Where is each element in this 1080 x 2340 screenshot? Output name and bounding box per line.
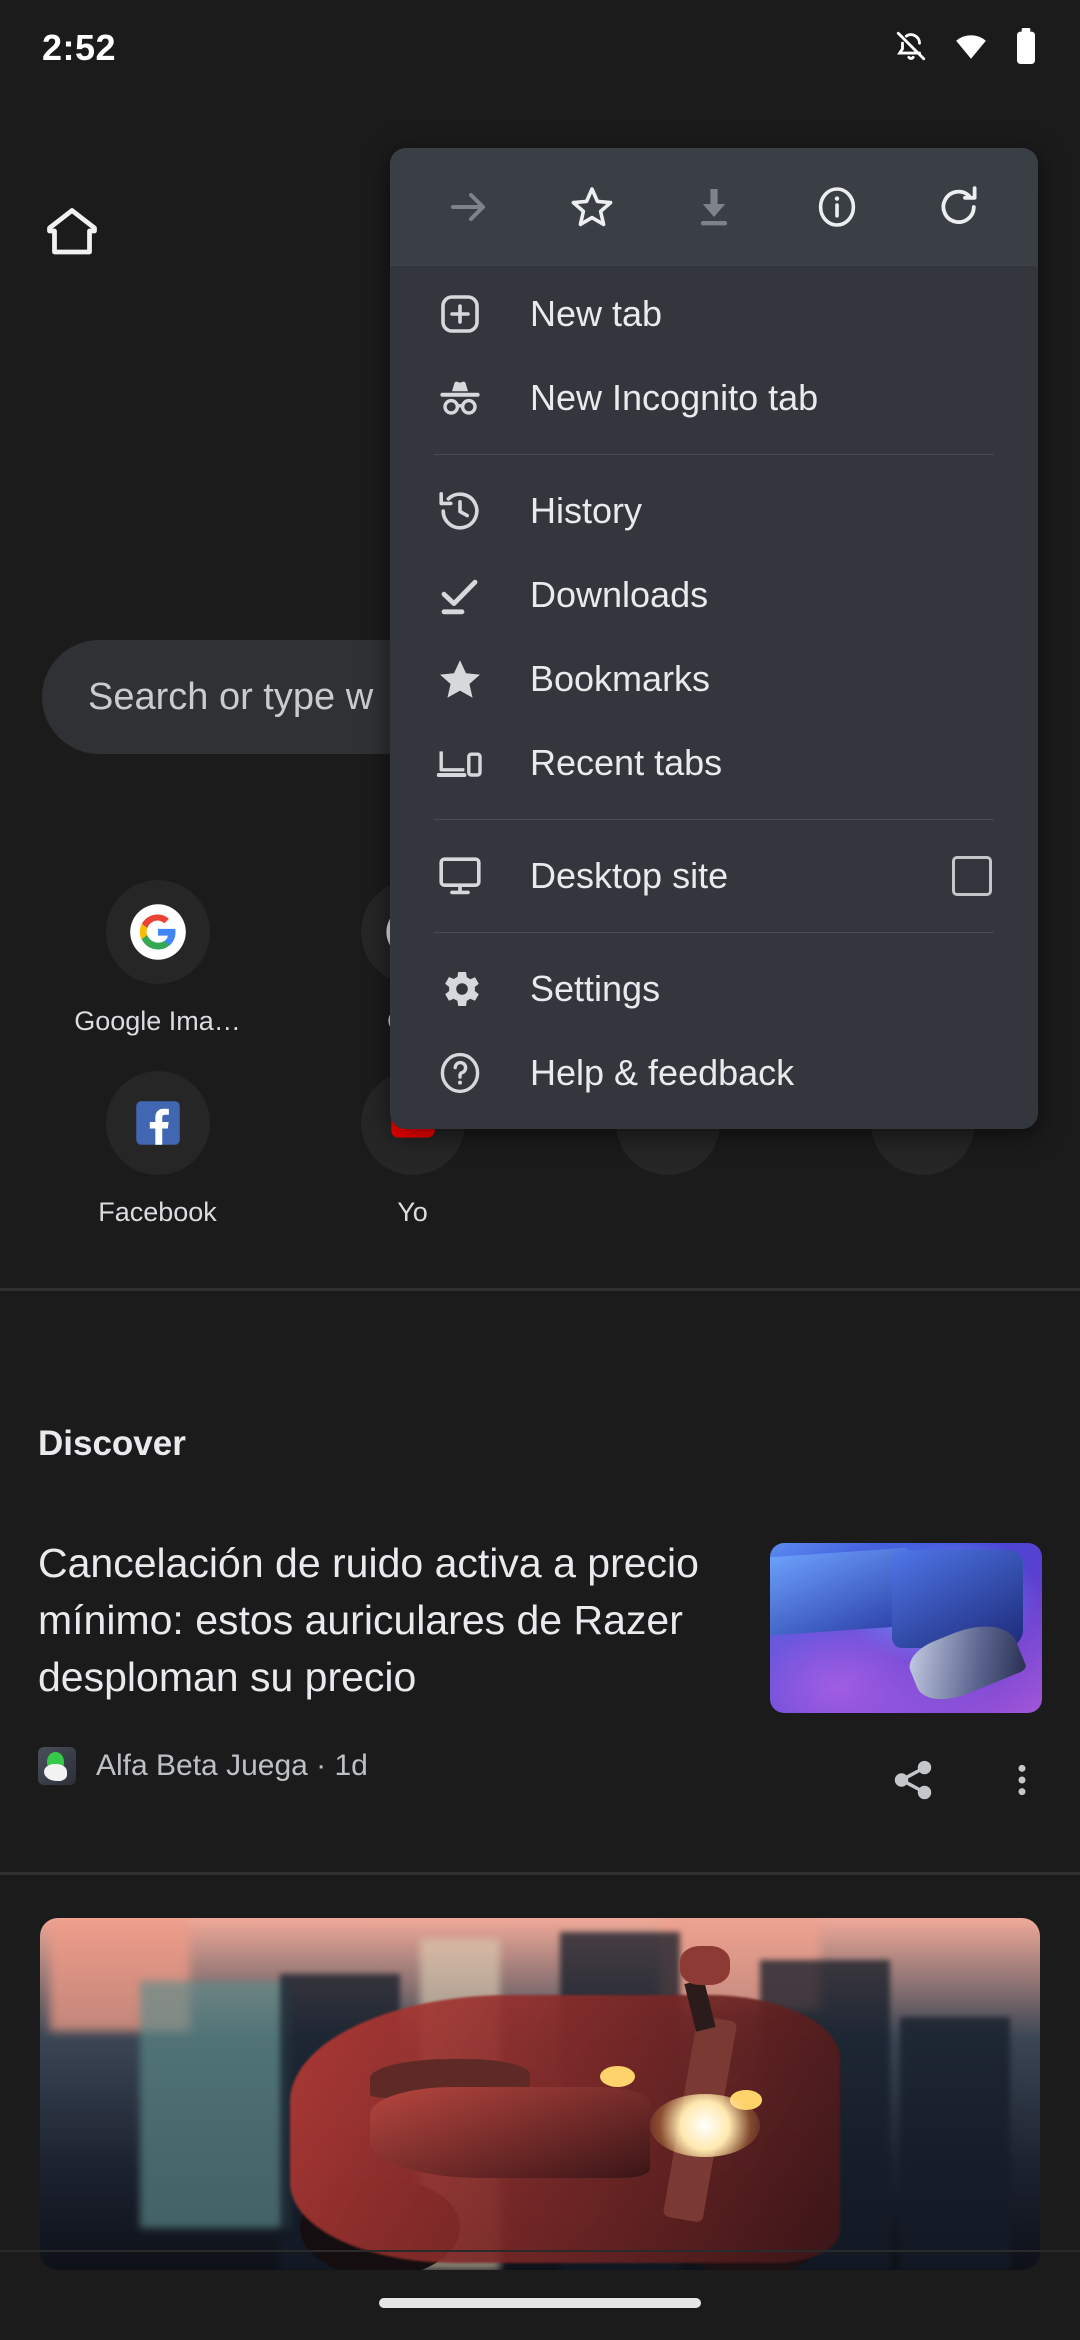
settings-gear-icon (434, 963, 486, 1015)
menu-separator (434, 819, 994, 820)
feed-image-card[interactable] (40, 1918, 1040, 2270)
feed-article-card[interactable]: Cancelación de ruido activa a precio mín… (0, 1535, 1080, 1800)
feed-divider (0, 1288, 1080, 1291)
shortcut-tile[interactable]: Facebook (30, 1071, 285, 1228)
bookmark-star-icon[interactable] (557, 172, 627, 242)
menu-item-new-incognito-tab[interactable]: New Incognito tab (390, 356, 1038, 440)
menu-separator (434, 932, 994, 933)
gesture-nav-bar[interactable] (379, 2298, 701, 2308)
menu-item-label: Bookmarks (530, 658, 711, 699)
article-thumbnail (770, 1543, 1042, 1713)
menu-item-recent-tabs[interactable]: Recent tabs (390, 721, 1038, 805)
article-actions (890, 1757, 1042, 1808)
incognito-icon (434, 372, 486, 424)
help-circle-icon (434, 1047, 486, 1099)
more-vertical-icon[interactable] (1002, 1757, 1042, 1808)
battery-icon (1014, 27, 1038, 69)
download-icon[interactable] (679, 172, 749, 242)
page-info-icon[interactable] (802, 172, 872, 242)
shortcut-label: Yo (397, 1197, 428, 1227)
menu-item-label: New Incognito tab (530, 377, 819, 418)
card-divider (0, 1872, 1080, 1875)
menu-items: New tab New Incognito tab History Downlo… (390, 266, 1038, 1129)
google-icon (105, 880, 210, 984)
menu-item-bookmarks[interactable]: Bookmarks (390, 637, 1038, 721)
menu-item-label: Help & feedback (530, 1052, 795, 1093)
navbar-divider (0, 2250, 1080, 2252)
wifi-icon (954, 29, 988, 68)
history-icon (434, 485, 486, 537)
notifications-off-icon (894, 29, 928, 68)
menu-quick-toolbar (390, 148, 1038, 266)
status-bar: 2:52 (0, 0, 1080, 96)
menu-item-history[interactable]: History (390, 469, 1038, 553)
recent-tabs-icon (434, 737, 486, 789)
new-tab-icon (434, 288, 486, 340)
menu-item-label: Desktop site (530, 855, 729, 896)
forward-icon[interactable] (434, 172, 504, 242)
shortcut-tile[interactable]: Google Ima… (30, 880, 285, 1037)
search-placeholder: Search or type w (88, 675, 374, 718)
chrome-overflow-menu: New tab New Incognito tab History Downlo… (390, 148, 1038, 1129)
article-title: Cancelación de ruido activa a precio mín… (38, 1540, 699, 1700)
desktop-site-checkbox[interactable] (952, 856, 992, 896)
discover-heading: Discover (38, 1424, 186, 1463)
status-icons (894, 27, 1038, 69)
shortcut-label: Google Ima… (74, 1006, 241, 1036)
menu-item-label: Recent tabs (530, 742, 723, 783)
bookmarks-star-icon (434, 653, 486, 705)
menu-item-desktop-site[interactable]: Desktop site (390, 834, 1038, 918)
home-icon[interactable] (26, 186, 118, 278)
reload-icon[interactable] (924, 172, 994, 242)
share-icon[interactable] (890, 1757, 936, 1808)
menu-item-settings[interactable]: Settings (390, 947, 1038, 1031)
menu-item-help-and-feedback[interactable]: Help & feedback (390, 1031, 1038, 1115)
menu-item-downloads[interactable]: Downloads (390, 553, 1038, 637)
menu-item-label: Downloads (530, 574, 709, 615)
menu-separator (434, 454, 994, 455)
screen: 2:52 Search or type w Google Ima… Facebo… (0, 0, 1080, 2340)
publisher-favicon (38, 1747, 76, 1785)
status-time: 2:52 (42, 27, 117, 68)
menu-item-label: Settings (530, 968, 661, 1009)
menu-item-label: History (530, 490, 643, 531)
menu-item-label: New tab (530, 293, 663, 334)
desktop-site-icon (434, 850, 486, 902)
menu-item-new-tab[interactable]: New tab (390, 272, 1038, 356)
shortcut-label: Facebook (98, 1197, 217, 1227)
article-source: Alfa Beta Juega · 1d (96, 1749, 368, 1782)
facebook-icon (105, 1071, 210, 1175)
downloads-icon (434, 569, 486, 621)
